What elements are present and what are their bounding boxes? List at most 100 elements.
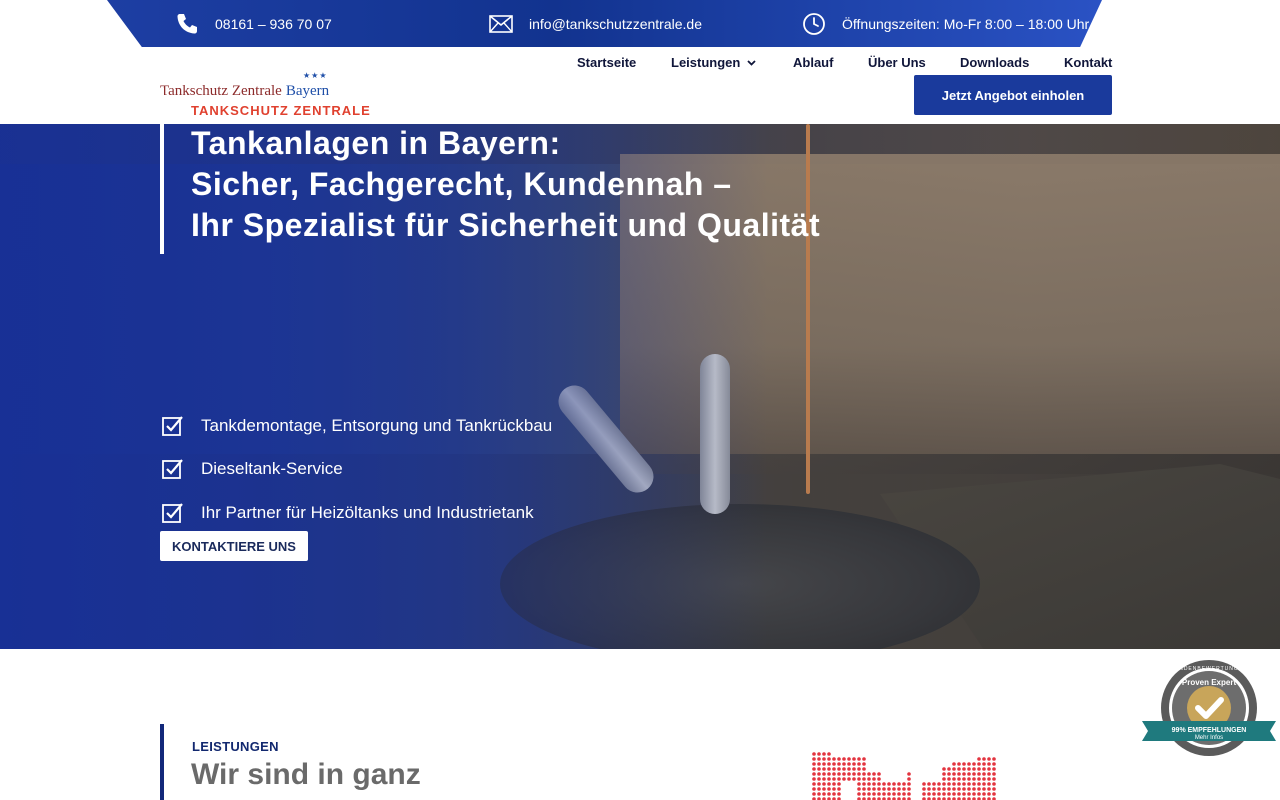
map-dot xyxy=(977,792,981,796)
map-dot xyxy=(977,787,981,791)
map-dot xyxy=(902,782,906,786)
map-dot xyxy=(822,772,826,776)
map-dot xyxy=(962,777,966,781)
map-dot xyxy=(827,767,831,771)
map-dot xyxy=(817,752,821,756)
map-dot xyxy=(877,777,881,781)
map-dot xyxy=(952,777,956,781)
map-dot xyxy=(907,792,911,796)
map-dot xyxy=(827,777,831,781)
chevron-down-icon xyxy=(747,59,756,66)
hero-eyebrow-red: TANKSCHUTZ ZENTRALE xyxy=(191,103,371,118)
map-dot xyxy=(952,772,956,776)
map-dot xyxy=(907,787,911,791)
map-dot xyxy=(892,782,896,786)
map-dot xyxy=(817,782,821,786)
nav-label: Ablauf xyxy=(793,55,834,70)
map-dot xyxy=(942,787,946,791)
nav-downloads[interactable]: Downloads xyxy=(960,55,1029,70)
map-dot xyxy=(862,757,866,761)
proven-expert-badge[interactable]: KUNDENBEWERTUNGEN Proven Expert 99% EMPF… xyxy=(1142,658,1276,758)
email-contact[interactable]: info@tankschutzzentrale.de xyxy=(489,0,702,47)
map-dot xyxy=(927,782,931,786)
hero-headline-line: Sicher, Fachgerecht, Kundennah – xyxy=(191,166,732,202)
map-dot xyxy=(952,792,956,796)
map-dot xyxy=(937,782,941,786)
phone-number: 08161 – 936 70 07 xyxy=(215,15,332,32)
map-dot xyxy=(862,777,866,781)
map-dot xyxy=(837,767,841,771)
map-dot xyxy=(977,772,981,776)
map-dot xyxy=(982,782,986,786)
map-dot xyxy=(842,757,846,761)
map-dot xyxy=(952,762,956,766)
map-dot xyxy=(982,777,986,781)
map-dot xyxy=(832,772,836,776)
map-dot xyxy=(882,792,886,796)
map-dot xyxy=(957,777,961,781)
map-dot xyxy=(842,762,846,766)
map-dot xyxy=(857,787,861,791)
top-contact-bar: 08161 – 936 70 07 info@tankschutzzentral… xyxy=(107,0,1102,47)
map-dot xyxy=(847,767,851,771)
map-dot xyxy=(972,772,976,776)
map-dot xyxy=(827,762,831,766)
site-logo[interactable]: Tankschutz Zentrale Bayern ★★★ xyxy=(160,72,329,100)
nav-ueber-uns[interactable]: Über Uns xyxy=(868,55,926,70)
section-title: Wir sind in ganz xyxy=(191,758,421,791)
hero-headline-line: Ihr Spezialist für Sicherheit und Qualit… xyxy=(191,207,821,243)
map-dot xyxy=(927,787,931,791)
map-dot xyxy=(992,782,996,786)
contact-us-button[interactable]: KONTAKTIERE UNS xyxy=(160,531,308,561)
nav-label: Leistungen xyxy=(671,55,741,70)
map-dot xyxy=(867,772,871,776)
feature-item: Tankdemontage, Entsorgung und Tankrückba… xyxy=(162,404,552,448)
map-dot xyxy=(932,787,936,791)
map-dot xyxy=(992,757,996,761)
map-dot xyxy=(972,767,976,771)
nav-kontakt[interactable]: Kontakt xyxy=(1064,55,1112,70)
map-dot xyxy=(847,777,851,781)
feature-item: Ihr Partner für Heizöltanks und Industri… xyxy=(162,491,552,535)
get-quote-button[interactable]: Jetzt Angebot einholen xyxy=(914,75,1112,115)
map-dot xyxy=(932,792,936,796)
map-dot xyxy=(852,772,856,776)
map-dot xyxy=(847,762,851,766)
map-dot xyxy=(987,777,991,781)
mail-icon xyxy=(489,14,513,33)
map-dot xyxy=(922,782,926,786)
map-dot xyxy=(882,782,886,786)
map-dot xyxy=(817,767,821,771)
hero-accent-bar xyxy=(160,88,164,254)
map-dot xyxy=(987,787,991,791)
map-dot xyxy=(967,767,971,771)
map-dot xyxy=(827,792,831,796)
map-dot xyxy=(992,787,996,791)
map-dot xyxy=(822,752,826,756)
map-dot xyxy=(892,792,896,796)
map-dot xyxy=(947,792,951,796)
map-dot xyxy=(842,772,846,776)
map-dot xyxy=(987,772,991,776)
phone-contact[interactable]: 08161 – 936 70 07 xyxy=(175,0,332,47)
opening-hours: Öffnungszeiten: Mo-Fr 8:00 – 18:00 Uhr xyxy=(802,0,1089,47)
map-dot xyxy=(827,787,831,791)
map-dot xyxy=(832,757,836,761)
map-dot xyxy=(887,792,891,796)
checkbox-check-icon xyxy=(162,503,183,523)
map-dot xyxy=(952,787,956,791)
map-dot xyxy=(812,772,816,776)
map-dot xyxy=(852,777,856,781)
feature-text: Dieseltank-Service xyxy=(201,459,343,479)
nav-leistungen[interactable]: Leistungen xyxy=(671,55,756,70)
map-dot xyxy=(867,782,871,786)
map-dot xyxy=(877,787,881,791)
map-dot xyxy=(812,782,816,786)
hero-feature-list: Tankdemontage, Entsorgung und Tankrückba… xyxy=(162,404,552,535)
map-dot xyxy=(872,777,876,781)
nav-startseite[interactable]: Startseite xyxy=(577,55,636,70)
map-dot xyxy=(847,757,851,761)
map-dot xyxy=(922,792,926,796)
map-dot xyxy=(817,792,821,796)
nav-ablauf[interactable]: Ablauf xyxy=(793,55,833,70)
